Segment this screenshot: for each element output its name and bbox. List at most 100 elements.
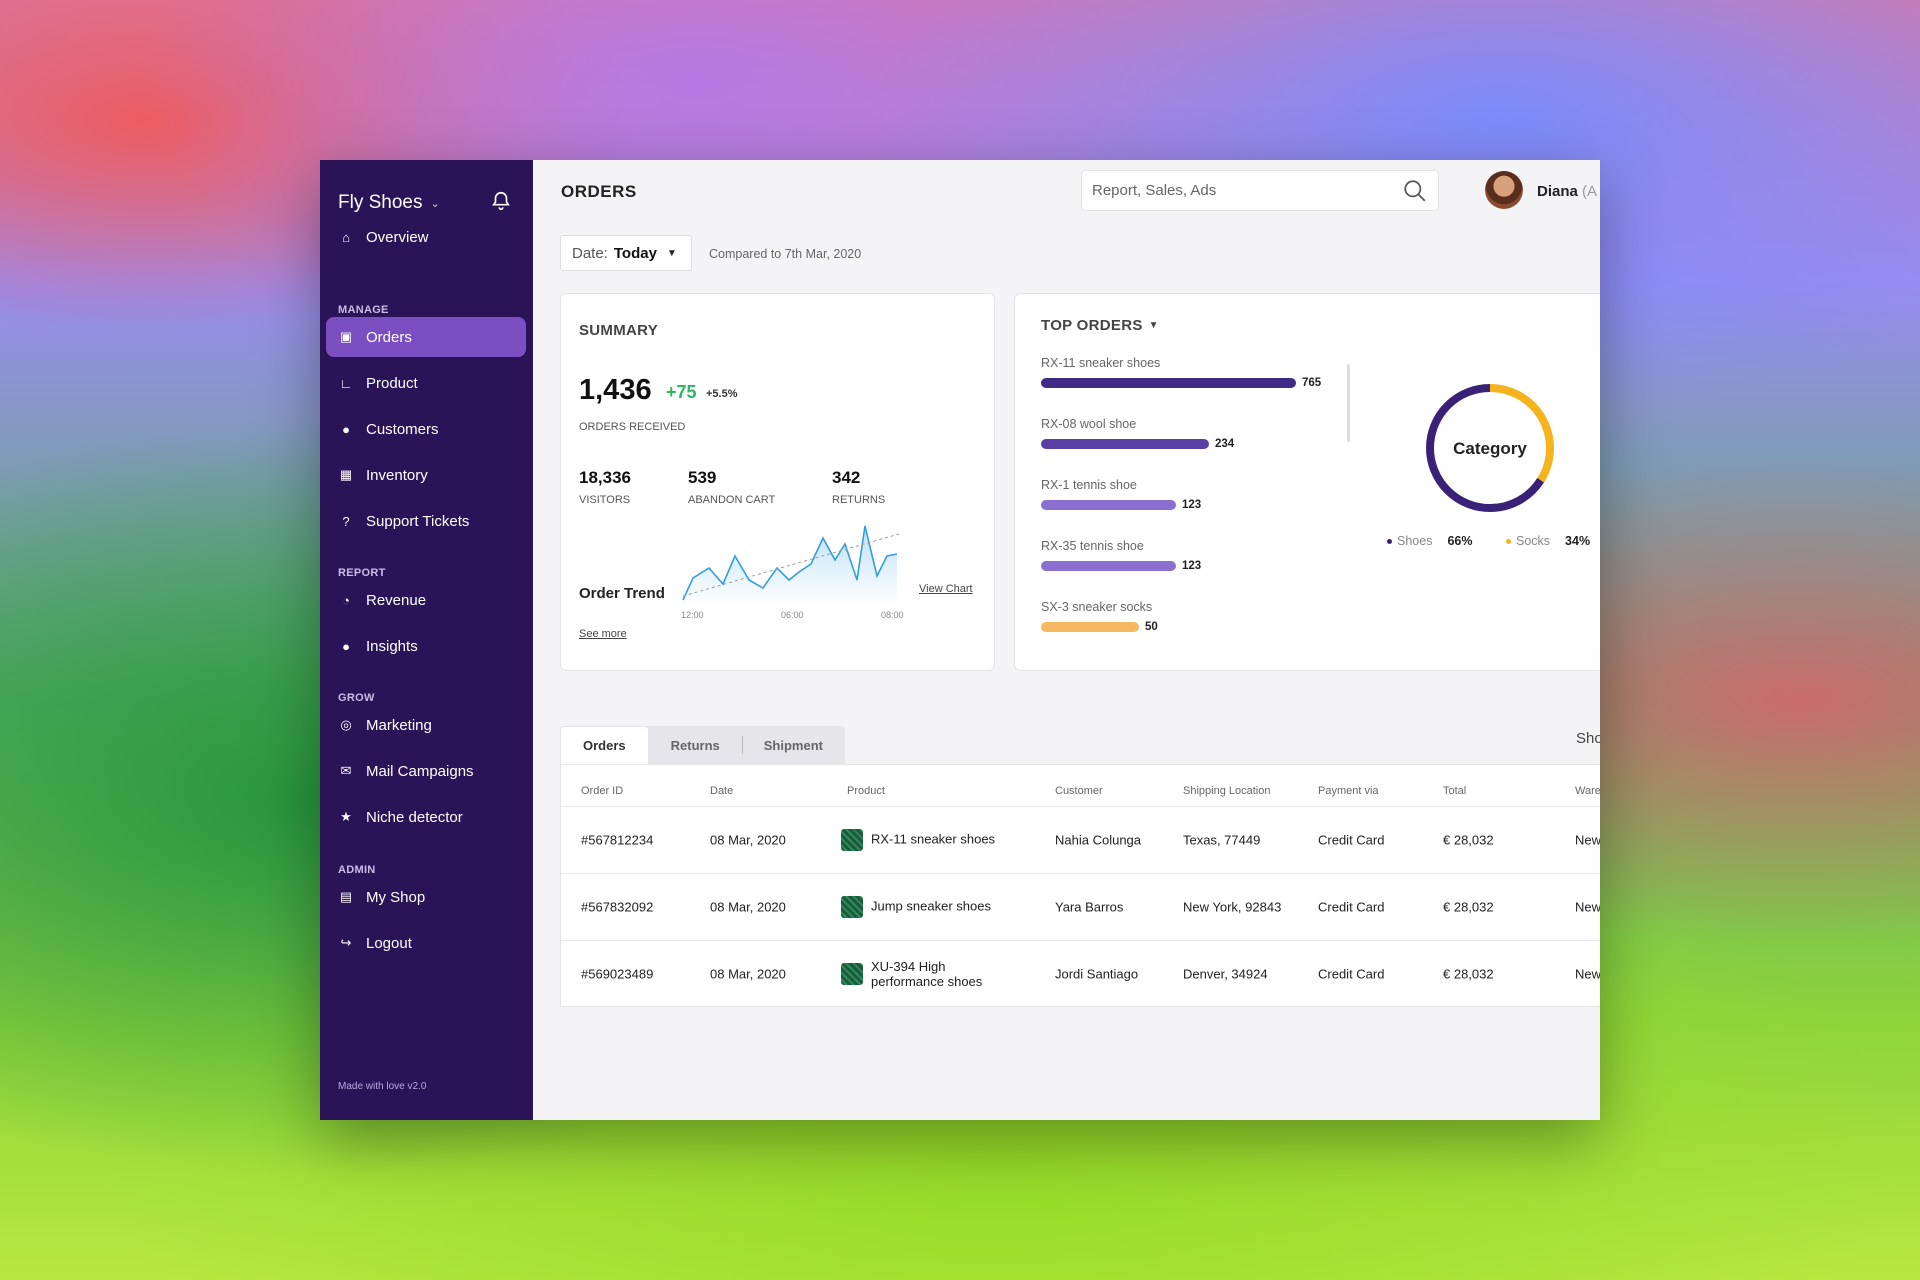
sidebar-item-marketing[interactable]: ◎ Marketing — [326, 705, 526, 745]
sidebar-item-niche-detector[interactable]: ★ Niche detector — [326, 797, 526, 837]
legend-value: 66% — [1447, 534, 1473, 548]
top-order-bar-row: 234 — [1041, 438, 1234, 450]
sidebar-item-my-shop[interactable]: ▤ My Shop — [326, 877, 526, 917]
legend-shoes: Shoes 66% — [1387, 534, 1472, 548]
order-product: RX-11 sneaker shoes — [841, 829, 995, 851]
order-warehouse: New Del — [1575, 966, 1600, 982]
footer-text: Made with love v2.0 — [338, 1081, 427, 1092]
sidebar-item-logout[interactable]: ↪ Logout — [326, 923, 526, 963]
sidebar-item-label: Mail Campaigns — [366, 762, 474, 780]
top-order-item[interactable]: SX-3 sneaker socks 50 — [1041, 600, 1158, 633]
shop-icon: ▤ — [339, 889, 353, 904]
legend-socks: Socks 34% — [1506, 534, 1590, 548]
view-chart-link[interactable]: View Chart — [919, 583, 973, 595]
sidebar-item-insights[interactable]: ● Insights — [326, 626, 526, 666]
order-total: € 28,032 — [1443, 832, 1494, 848]
user-name[interactable]: Diana (A — [1537, 183, 1597, 200]
top-orders-card: TOP ORDERS ▼ RX-11 sneaker shoes 765 RX-08… — [1014, 293, 1600, 671]
app-window: Fly Shoes ⌄ ⌂ Overview MANAGE ▣ Orders ∟… — [320, 160, 1600, 1120]
order-payment: Credit Card — [1318, 966, 1385, 982]
bell-icon[interactable] — [490, 190, 512, 212]
order-date: 08 Mar, 2020 — [710, 966, 786, 982]
order-customer: Yara Barros — [1055, 899, 1124, 915]
target-icon: ◎ — [340, 717, 352, 732]
table-row[interactable]: #569023489 08 Mar, 2020 XU-394 High perf… — [561, 940, 1600, 1007]
date-filter-dropdown[interactable]: Date: Today ▼ — [560, 235, 692, 271]
legend-value: 34% — [1565, 534, 1591, 548]
order-location: Denver, 34924 — [1183, 966, 1268, 982]
section-label-report: REPORT — [338, 567, 386, 579]
tab-shipment[interactable]: Shipment — [741, 726, 845, 764]
tab-returns[interactable]: Returns — [649, 726, 742, 764]
orders-percent: +5.5% — [706, 388, 738, 400]
sidebar-item-label: Orders — [366, 328, 412, 346]
column-header: Warehous — [1575, 785, 1600, 797]
top-orders-dropdown[interactable]: TOP ORDERS ▼ — [1041, 317, 1159, 334]
table-row[interactable]: #567812234 08 Mar, 2020 RX-11 sneaker sh… — [561, 806, 1600, 873]
order-id[interactable]: #569023489 — [581, 967, 653, 982]
sidebar-item-overview[interactable]: ⌂ Overview — [326, 217, 526, 257]
order-total: € 28,032 — [1443, 966, 1494, 982]
sidebar-item-product[interactable]: ∟ Product — [326, 363, 526, 403]
top-order-bar — [1041, 561, 1176, 571]
order-date: 08 Mar, 2020 — [710, 899, 786, 915]
show-label[interactable]: Show: — [1576, 730, 1600, 747]
top-order-bar — [1041, 622, 1139, 632]
orders-received-label: ORDERS RECEIVED — [579, 421, 686, 433]
date-filter-value: Today — [613, 244, 657, 262]
top-order-value: 123 — [1182, 560, 1202, 572]
main-content: ORDERS Diana (A Date: Today ▼ Compared t… — [533, 160, 1600, 1120]
sidebar-item-label: Marketing — [366, 716, 432, 734]
order-product: Jump sneaker shoes — [841, 896, 991, 918]
stat-value: 342 — [832, 468, 861, 487]
sidebar-item-orders[interactable]: ▣ Orders — [326, 317, 526, 357]
sidebar-item-label: Insights — [366, 637, 418, 655]
top-order-bar — [1041, 378, 1296, 388]
stat-abandon-cart: 539 ABANDON CART — [688, 468, 775, 506]
order-id[interactable]: #567832092 — [581, 900, 653, 915]
order-payment: Credit Card — [1318, 832, 1385, 848]
top-order-item[interactable]: RX-11 sneaker shoes 765 — [1041, 356, 1321, 389]
see-more-link[interactable]: See more — [579, 628, 627, 640]
home-icon: ⌂ — [342, 229, 350, 245]
order-id[interactable]: #567812234 — [581, 833, 653, 848]
category-donut: Category — [1426, 384, 1554, 512]
sidebar-item-mail-campaigns[interactable]: ✉ Mail Campaigns — [326, 751, 526, 791]
order-trend-sparkline — [682, 525, 900, 606]
avatar[interactable] — [1485, 171, 1523, 209]
top-order-item[interactable]: RX-08 wool shoe 234 — [1041, 417, 1234, 450]
top-order-value: 765 — [1302, 377, 1322, 389]
lightbulb-icon: ● — [342, 638, 350, 654]
section-label-admin: ADMIN — [338, 864, 376, 876]
sidebar-item-customers[interactable]: ● Customers — [326, 409, 526, 449]
search-input[interactable] — [1092, 182, 1402, 199]
order-product: XU-394 High performance shoes — [841, 959, 991, 989]
top-order-value: 123 — [1182, 499, 1202, 511]
order-customer: Nahia Colunga — [1055, 832, 1142, 848]
shoe-icon: ∟ — [339, 375, 353, 391]
top-order-item[interactable]: RX-1 tennis shoe 123 — [1041, 478, 1201, 511]
product-name: XU-394 High performance shoes — [871, 959, 983, 989]
top-order-item[interactable]: RX-35 tennis shoe 123 — [1041, 539, 1201, 572]
orders-received-value: 1,436 — [579, 374, 652, 406]
x-tick-label: 08:00 — [881, 610, 904, 620]
sidebar-item-label: Inventory — [366, 466, 428, 484]
top-order-value: 234 — [1215, 438, 1235, 450]
tab-orders[interactable]: Orders — [560, 726, 649, 764]
sidebar-item-support-tickets[interactable]: ? Support Tickets — [326, 501, 526, 541]
caret-down-icon: ▼ — [1148, 320, 1159, 331]
brand-switcher[interactable]: Fly Shoes ⌄ — [338, 192, 440, 214]
table-row[interactable]: #567832092 08 Mar, 2020 Jump sneaker sho… — [561, 873, 1600, 940]
top-order-name: RX-1 tennis shoe — [1041, 478, 1137, 492]
search-icon[interactable] — [1402, 178, 1428, 204]
summary-title: SUMMARY — [579, 322, 659, 339]
user-name-text: Diana — [1537, 183, 1578, 200]
stat-visitors: 18,336 VISITORS — [579, 468, 631, 506]
sidebar-item-label: Product — [366, 374, 418, 392]
sidebar-item-inventory[interactable]: ▦ Inventory — [326, 455, 526, 495]
search-box — [1081, 170, 1439, 211]
sidebar-item-revenue[interactable]: ◔ Revenue — [326, 580, 526, 620]
top-order-bar-row: 123 — [1041, 499, 1201, 511]
scrollbar[interactable] — [1347, 364, 1350, 442]
orders-delta: +75 — [666, 382, 697, 402]
